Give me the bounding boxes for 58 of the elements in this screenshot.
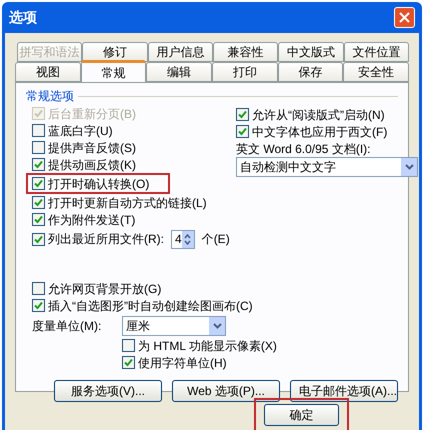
check-icon	[34, 179, 43, 188]
checkbox-label: 蓝底白字(U)	[48, 122, 113, 140]
dialog-button[interactable]: 确定	[264, 404, 339, 426]
checkbox-label: 打开时更新自动方式的链接(L)	[48, 194, 207, 212]
checkbox-label: 列出最近所用文件(R):	[48, 231, 164, 248]
dialog-button[interactable]: 电子邮件选项(A)...	[290, 380, 398, 402]
checkbox[interactable]	[122, 356, 135, 369]
tab[interactable]: 兼容性	[212, 42, 278, 62]
tab[interactable]: 安全性	[343, 62, 410, 82]
checkbox[interactable]	[236, 125, 249, 138]
window-title: 选项	[9, 8, 37, 27]
checkbox-label: 打开时确认转换(O)	[48, 176, 150, 192]
checkbox[interactable]	[32, 232, 45, 246]
tab[interactable]: 打印	[212, 62, 278, 82]
checkbox[interactable]	[32, 282, 45, 295]
group-title: 常规选项	[26, 88, 74, 105]
tab[interactable]: 中文版式	[278, 42, 344, 62]
checkbox[interactable]	[32, 158, 45, 171]
checkbox-label: 为 HTML 功能显示像素(X)	[138, 338, 277, 354]
dialog-button[interactable]: Web 选项(P)...	[172, 380, 280, 402]
check-icon	[34, 301, 43, 310]
close-icon[interactable]	[394, 7, 415, 28]
checkbox-label: 提供动画反馈(K)	[48, 156, 136, 174]
checkbox[interactable]	[236, 108, 249, 121]
check-icon	[124, 358, 133, 367]
number-spinner[interactable]: 4	[171, 230, 195, 248]
checkbox-label: 使用字符单位(H)	[138, 354, 227, 372]
check-icon	[34, 160, 43, 169]
checkbox[interactable]	[32, 177, 45, 190]
field-label: 度量单位(M):	[32, 318, 102, 334]
units-dropdown[interactable]: 厘米	[122, 316, 226, 336]
tab[interactable]: 修订	[82, 42, 148, 62]
dialog-button[interactable]: 服务选项(V)...	[54, 380, 162, 402]
tab[interactable]: 视图	[15, 62, 81, 82]
checkbox[interactable]	[32, 141, 45, 154]
checkbox-label: 作为附件发送(T)	[48, 212, 136, 228]
checkbox-label: 提供声音反馈(S)	[48, 140, 136, 156]
checkbox[interactable]	[32, 299, 45, 312]
checkbox-label: 允许网页背景开放(G)	[48, 280, 162, 298]
tab[interactable]: 常规	[80, 60, 146, 82]
checkbox-label: 允许从“阅读版式”启动(N)	[252, 106, 385, 124]
checkbox-label: 插入“自选图形”时自动创建绘图画布(C)	[48, 298, 253, 314]
checkbox-label: 中文字体也应用于西文(F)	[252, 124, 388, 140]
tab[interactable]: 文件位置	[344, 42, 409, 62]
checkbox[interactable]	[32, 213, 45, 226]
tab[interactable]: 编辑	[146, 62, 212, 82]
checkbox[interactable]	[32, 124, 45, 137]
check-icon	[34, 109, 43, 118]
spinner-arrows-icon	[182, 230, 194, 248]
encoding-dropdown[interactable]: 自动检测中文文字	[236, 157, 418, 177]
tab[interactable]: 用户信息	[148, 42, 213, 62]
field-label: 英文 Word 6.0/95 文档(I):	[236, 141, 372, 157]
checkbox[interactable]	[32, 196, 45, 209]
tab[interactable]: 保存	[278, 62, 344, 82]
checkbox[interactable]	[122, 339, 135, 352]
check-icon	[34, 234, 43, 244]
checkbox-label: 后台重新分页(B)	[48, 106, 136, 122]
unit-label: 个(E)	[202, 231, 230, 248]
